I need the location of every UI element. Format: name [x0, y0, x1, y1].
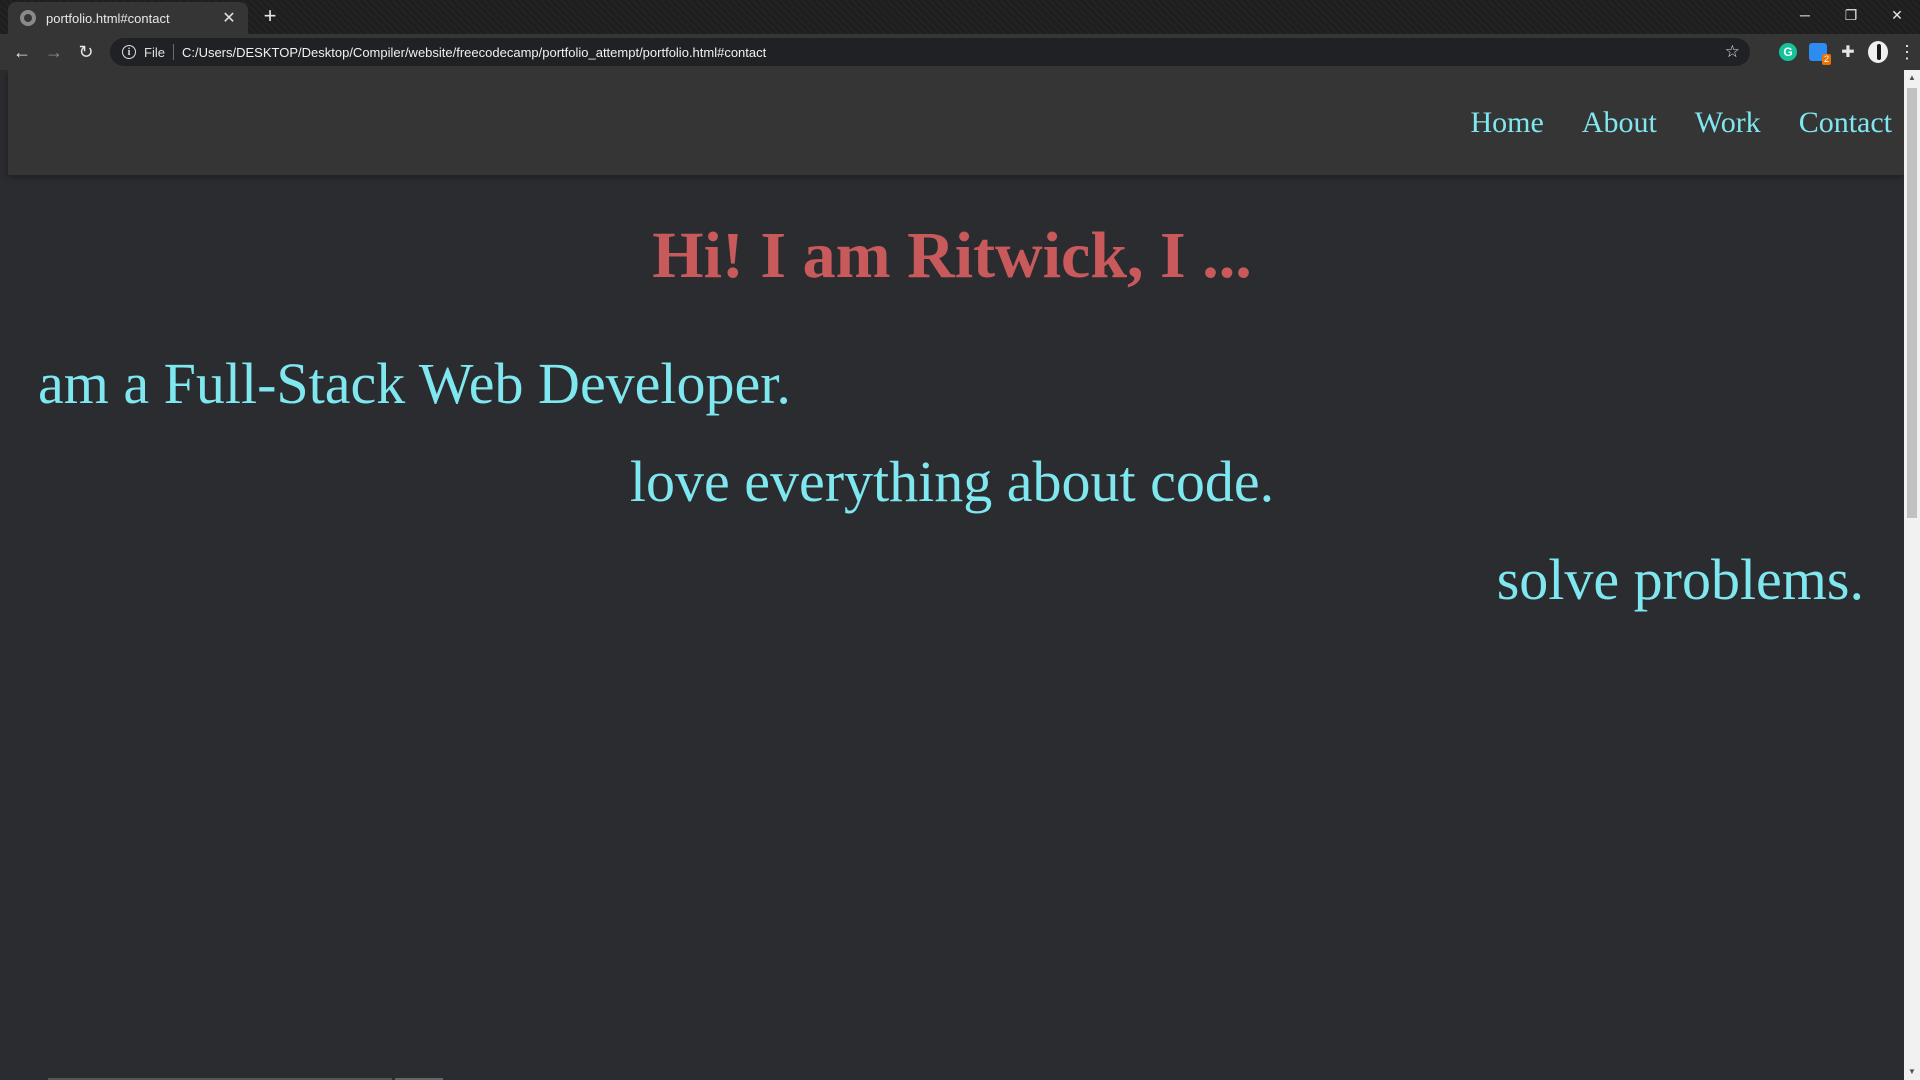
nav-link-home[interactable]: Home [1470, 106, 1543, 140]
site-info-icon[interactable]: i [122, 45, 136, 59]
page-viewport: Home About Work Contact Hi! I am Ritwick… [0, 70, 1904, 1080]
nav-link-contact[interactable]: Contact [1799, 106, 1892, 140]
scrollbar-thumb[interactable] [1907, 88, 1917, 518]
globe-icon [20, 10, 36, 26]
browser-menu-icon[interactable]: ⋮ [1898, 42, 1916, 63]
bookmark-star-icon[interactable]: ☆ [1725, 42, 1740, 62]
extensions-puzzle-icon[interactable]: ✚ [1838, 42, 1858, 62]
grammarly-extension[interactable]: G [1778, 42, 1798, 62]
todo-badge: 2 [1821, 54, 1831, 65]
site-navbar: Home About Work Contact [8, 70, 1904, 175]
scroll-down-icon[interactable]: ▼ [1904, 1064, 1920, 1080]
browser-toolbar: ← → ↻ i File C:/Users/DESKTOP/Desktop/Co… [0, 34, 1920, 70]
address-bar[interactable]: i File C:/Users/DESKTOP/Desktop/Compiler… [110, 38, 1750, 66]
hero-title: Hi! I am Ritwick, I ... [652, 219, 1252, 292]
todo-extension[interactable]: 2 [1808, 42, 1831, 65]
omnibox-divider [172, 44, 174, 60]
grammarly-icon: G [1779, 43, 1797, 61]
scheme-label: File [144, 44, 165, 60]
restore-button[interactable]: ❐ [1828, 0, 1874, 30]
nav-link-about[interactable]: About [1582, 106, 1657, 140]
tab-close-icon[interactable]: ✕ [220, 8, 238, 28]
todo-icon: 2 [1809, 43, 1831, 65]
close-window-button[interactable]: ✕ [1874, 0, 1920, 30]
role-line-problems: solve problems. [1496, 547, 1864, 612]
scroll-up-icon[interactable]: ▲ [1904, 70, 1920, 86]
profile-button[interactable] [1868, 41, 1888, 63]
vertical-scrollbar[interactable]: ▲ ▼ [1904, 70, 1920, 1080]
extensions-area: G 2 ✚ ⋮ [1778, 38, 1916, 66]
url-text[interactable]: C:/Users/DESKTOP/Desktop/Compiler/websit… [182, 45, 766, 60]
avatar [1868, 41, 1888, 63]
role-line-developer: am a Full-Stack Web Developer. [38, 351, 791, 416]
forward-arrow-icon[interactable]: → [38, 36, 70, 68]
window-controls: ─ ❐ ✕ [1782, 0, 1920, 30]
role-line-code: love everything about code. [629, 449, 1275, 514]
minimize-button[interactable]: ─ [1782, 0, 1828, 30]
tab-title: portfolio.html#contact [46, 10, 170, 26]
back-arrow-icon[interactable]: ← [6, 36, 38, 68]
tab-strip: portfolio.html#contact ✕ + ─ ❐ ✕ [0, 0, 1920, 34]
nav-link-work[interactable]: Work [1695, 106, 1761, 140]
new-tab-button[interactable]: + [258, 4, 282, 28]
reload-icon[interactable]: ↻ [70, 36, 102, 68]
browser-tab[interactable]: portfolio.html#contact ✕ [8, 2, 248, 34]
